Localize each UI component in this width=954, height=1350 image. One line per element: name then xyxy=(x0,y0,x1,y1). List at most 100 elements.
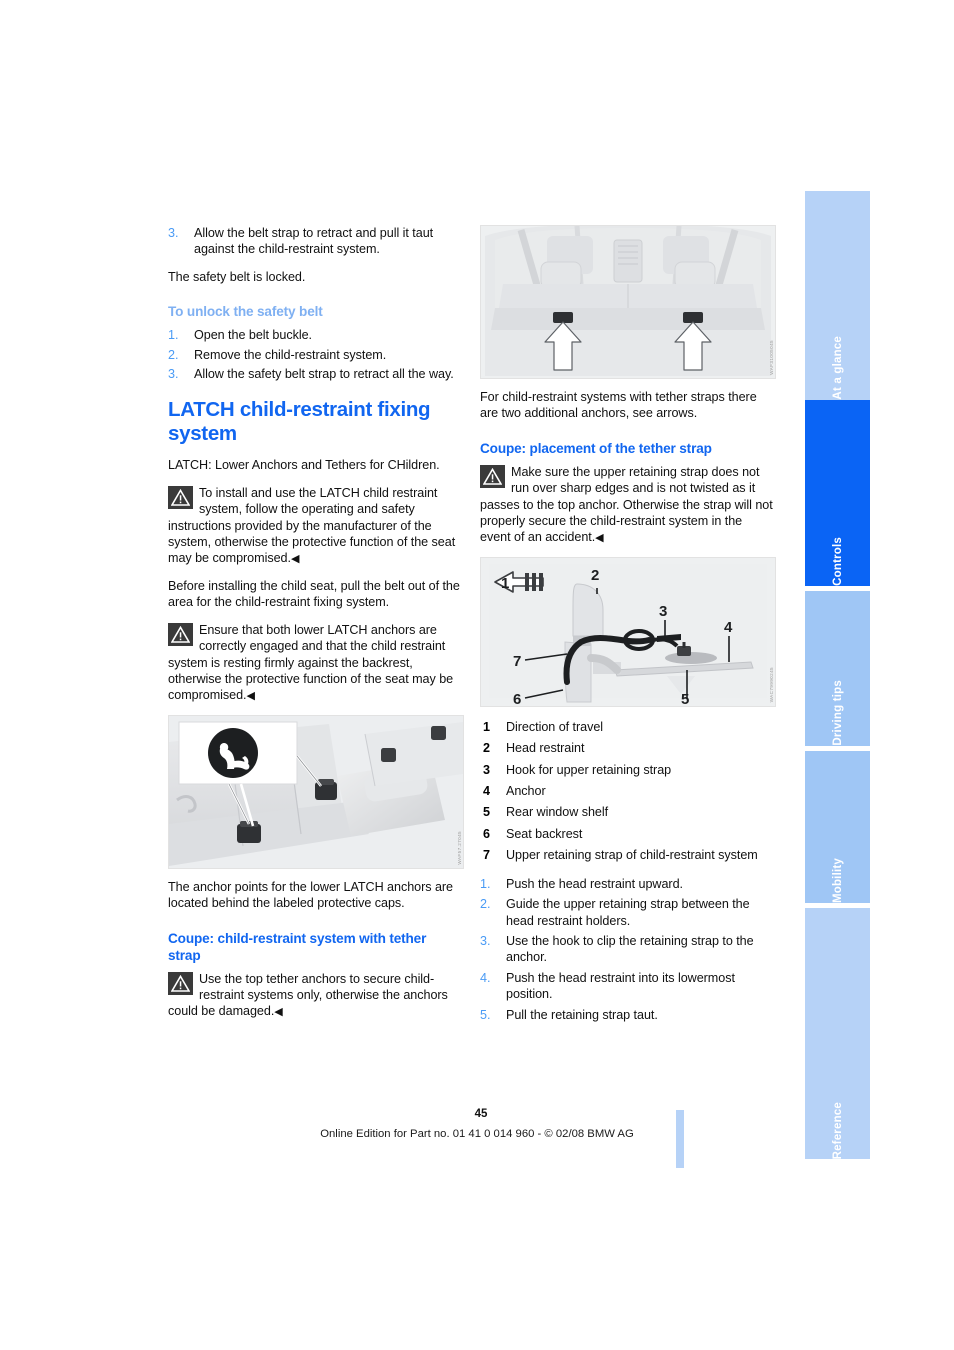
tab-at-a-glance[interactable]: At a glance xyxy=(805,191,870,400)
list-item: 4. Push the head restraint into its lowe… xyxy=(480,970,774,1003)
tab-controls-label: Controls xyxy=(831,537,844,586)
heading-to-unlock-safety-belt: To unlock the safety belt xyxy=(168,304,323,320)
legend-item: 2 Head restraint xyxy=(480,740,774,756)
legend-item: 3 Hook for upper retaining strap xyxy=(480,762,774,778)
legend-number: 2 xyxy=(483,741,490,756)
warning-end-marker: ◀ xyxy=(274,1006,283,1019)
safety-belt-locked-note: The safety belt is locked. xyxy=(168,269,306,284)
warning-install-latch-text: To install and use the LATCH child restr… xyxy=(168,485,456,566)
legend-item: 5 Rear window shelf xyxy=(480,804,774,820)
list-number: 3. xyxy=(168,226,179,240)
legend-number: 4 xyxy=(483,784,490,799)
legend-text: Direction of travel xyxy=(506,719,604,734)
unlock-steps-list: 1. Open the belt buckle. 2. Remove the c… xyxy=(168,327,462,382)
figure-latch-anchor-caps: WAF57.27045 xyxy=(168,714,464,869)
list-number: 2. xyxy=(168,347,179,362)
tab-driving-tips-label: Driving tips xyxy=(831,680,844,746)
warning-triangle-icon xyxy=(480,464,505,488)
legend-text: Hook for upper retaining strap xyxy=(506,762,672,777)
tether-diagram-legend: 1 Direction of travel 2 Head restraint 3… xyxy=(480,719,774,864)
latch-definition: LATCH: Lower Anchors and Tethers for CHi… xyxy=(168,458,440,473)
page-number: 45 xyxy=(0,1108,954,1120)
list-item: 5. Pull the retaining strap taut. xyxy=(480,1007,774,1023)
callout-2: 2 xyxy=(591,567,599,584)
shelf-caption: For child-restraint systems with tether … xyxy=(480,390,757,421)
callout-7: 7 xyxy=(513,653,521,670)
tab-at-a-glance-label: At a glance xyxy=(831,336,844,400)
list-text: Allow the belt strap to retract and pull… xyxy=(194,226,434,257)
legend-number: 3 xyxy=(483,762,490,777)
list-text: Push the head restraint into its lowermo… xyxy=(506,970,735,1002)
legend-text: Rear window shelf xyxy=(506,805,609,820)
callout-3: 3 xyxy=(659,603,667,620)
footer-text: Online Edition for Part no. 01 41 0 014 … xyxy=(320,1128,634,1140)
warning-triangle-icon xyxy=(168,622,193,646)
legend-number: 7 xyxy=(483,848,490,863)
list-item: 2. Remove the child-restraint system. xyxy=(168,347,462,363)
callout-6: 6 xyxy=(513,691,521,706)
legend-number: 6 xyxy=(483,826,490,841)
list-number: 3. xyxy=(480,933,491,948)
legend-text: Anchor xyxy=(506,784,546,799)
warning-lower-anchors: Ensure that both lower LATCH anchors are… xyxy=(168,622,462,704)
warning-end-marker: ◀ xyxy=(290,553,300,566)
callout-5: 5 xyxy=(681,691,689,706)
list-item: 3. Allow the belt strap to retract and p… xyxy=(168,225,462,258)
figure-rear-shelf-anchors: WAF31005045 xyxy=(480,225,776,379)
manual-page: At a glance Controls Driving tips Mobili… xyxy=(0,0,954,1350)
list-number: 4. xyxy=(480,970,491,985)
list-item: 2. Guide the upper retaining strap betwe… xyxy=(480,896,774,929)
tab-mobility[interactable]: Mobility xyxy=(805,751,870,903)
legend-item: 7 Upper retaining strap of child-restrai… xyxy=(480,847,774,863)
warning-triangle-icon xyxy=(168,485,193,509)
tab-controls[interactable]: Controls xyxy=(805,400,870,586)
tab-reference-label: Reference xyxy=(831,1101,844,1159)
legend-item: 6 Seat backrest xyxy=(480,826,774,842)
legend-number: 1 xyxy=(483,719,490,734)
legend-number: 5 xyxy=(483,805,490,820)
figure-code: WAC79990245 xyxy=(769,667,774,703)
list-number: 1. xyxy=(480,876,491,891)
tether-installation-steps: 1. Push the head restraint upward. 2. Gu… xyxy=(480,876,774,1023)
warning-top-tether-anchors: Use the top tether anchors to secure chi… xyxy=(168,971,462,1020)
list-number: 1. xyxy=(168,328,179,343)
legend-item: 1 Direction of travel xyxy=(480,719,774,735)
list-text: Use the hook to clip the retaining strap… xyxy=(506,933,754,965)
list-number: 5. xyxy=(480,1007,491,1022)
callout-4: 4 xyxy=(724,619,733,636)
warning-end-marker: ◀ xyxy=(246,690,255,703)
list-text: Guide the upper retaining strap between … xyxy=(506,897,750,928)
warning-install-latch: To install and use the LATCH child restr… xyxy=(168,485,462,567)
list-text: Push the head restraint upward. xyxy=(506,876,683,891)
page-title: LATCH child-restraint fixing system xyxy=(168,398,431,445)
list-item: 3. Use the hook to clip the retaining st… xyxy=(480,933,774,966)
page-number-value: 45 xyxy=(474,1108,488,1120)
figure-tether-routing: 1 2 3 4 5 6 7 WAC79990245 xyxy=(480,556,776,707)
tab-driving-tips[interactable]: Driving tips xyxy=(805,591,870,746)
figure-code: WAF57.27045 xyxy=(457,831,462,865)
section-tab-rail: At a glance Controls Driving tips Mobili… xyxy=(805,191,870,1159)
list-text: Allow the safety belt strap to retract a… xyxy=(194,367,454,382)
warning-lower-anchors-text: Ensure that both lower LATCH anchors are… xyxy=(168,622,454,703)
tab-mobility-label: Mobility xyxy=(831,857,844,903)
list-item: 1. Push the head restraint upward. xyxy=(480,876,774,892)
list-text: Remove the child-restraint system. xyxy=(194,347,387,362)
anchor-caption: The anchor points for the lower LATCH an… xyxy=(168,879,454,911)
before-installing-note: Before installing the child seat, pull t… xyxy=(168,578,460,610)
warning-top-tether-text: Use the top tether anchors to secure chi… xyxy=(168,971,448,1019)
legend-text: Upper retaining strap of child-restraint… xyxy=(506,848,758,863)
heading-coupe-tether-strap: Coupe: child-restraint system with tethe… xyxy=(168,930,427,963)
list-text: Open the belt buckle. xyxy=(194,328,312,343)
list-number: 2. xyxy=(480,897,491,912)
warning-end-marker: ◀ xyxy=(595,532,604,545)
tab-reference[interactable]: Reference xyxy=(805,908,870,1159)
list-item: 1. Open the belt buckle. xyxy=(168,327,462,343)
list-item: 3. Allow the safety belt strap to retrac… xyxy=(168,366,462,382)
left-column: 3. Allow the belt strap to retract and p… xyxy=(168,225,464,1031)
legend-text: Head restraint xyxy=(506,741,585,756)
list-number: 3. xyxy=(168,367,179,382)
warning-triangle-icon xyxy=(168,971,193,995)
heading-coupe-placement-tether: Coupe: placement of the tether strap xyxy=(480,440,712,456)
legend-item: 4 Anchor xyxy=(480,783,774,799)
warning-strap-routing-text: Make sure the upper retaining strap does… xyxy=(480,464,773,545)
